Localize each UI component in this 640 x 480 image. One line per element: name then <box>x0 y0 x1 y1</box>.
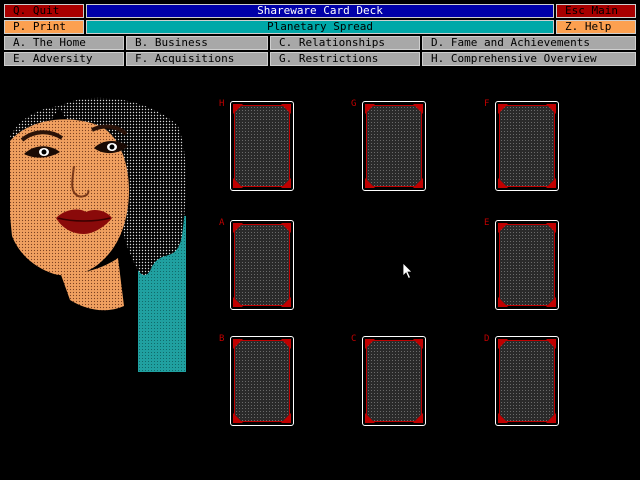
card-slot-d[interactable] <box>495 336 559 426</box>
slot-label-d: D <box>484 334 490 344</box>
menu-item-the-home[interactable]: A. The Home <box>4 36 124 50</box>
slot-label-c: C <box>351 334 357 344</box>
spread-title: Planetary Spread <box>86 20 554 34</box>
slot-label-a: A <box>219 218 225 228</box>
slot-label-h: H <box>219 99 225 109</box>
card-slot-g[interactable] <box>362 101 426 191</box>
card-slot-c[interactable] <box>362 336 426 426</box>
woman-portrait-image <box>10 97 186 372</box>
slot-label-e: E <box>484 218 490 228</box>
slot-label-f: F <box>484 99 490 109</box>
card-slot-h[interactable] <box>230 101 294 191</box>
menu-item-acquisitions[interactable]: F. Acquisitions <box>126 52 268 66</box>
menu-item-restrictions[interactable]: G. Restrictions <box>270 52 420 66</box>
menu-item-fame-and-achievements[interactable]: D. Fame and Achievements <box>422 36 636 50</box>
card-slot-e[interactable] <box>495 220 559 310</box>
menu-item-relationships[interactable]: C. Relationships <box>270 36 420 50</box>
mouse-pointer-icon <box>402 262 413 280</box>
card-slot-f[interactable] <box>495 101 559 191</box>
esc-main-button[interactable]: Esc Main <box>556 4 636 18</box>
slot-label-b: B <box>219 334 225 344</box>
menu-item-business[interactable]: B. Business <box>126 36 268 50</box>
menu-item-adversity[interactable]: E. Adversity <box>4 52 124 66</box>
card-slot-a[interactable] <box>230 220 294 310</box>
menu-item-comprehensive-overview[interactable]: H. Comprehensive Overview <box>422 52 636 66</box>
card-slot-b[interactable] <box>230 336 294 426</box>
print-button[interactable]: P. Print <box>4 20 84 34</box>
app-title: Shareware Card Deck <box>86 4 554 18</box>
help-button[interactable]: Z. Help <box>556 20 636 34</box>
slot-label-g: G <box>351 99 357 109</box>
quit-button[interactable]: Q. Quit <box>4 4 84 18</box>
